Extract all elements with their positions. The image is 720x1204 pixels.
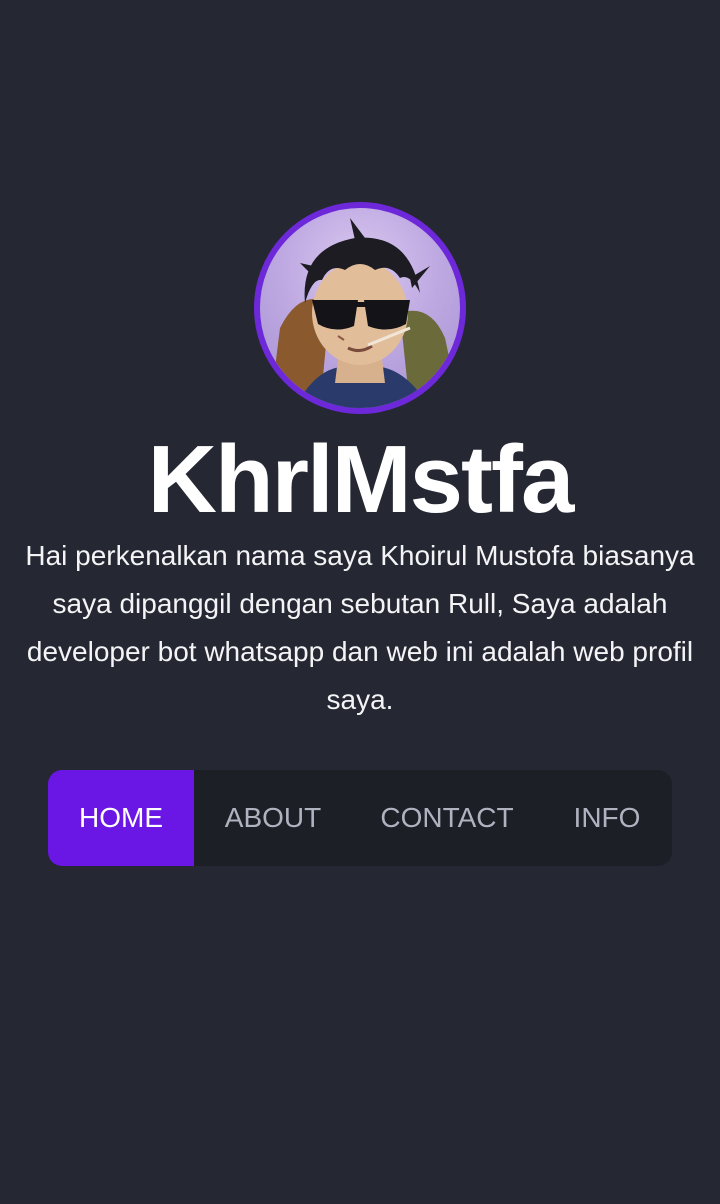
nav-contact[interactable]: CONTACT	[352, 770, 542, 866]
main-nav: HOME ABOUT CONTACT INFO	[48, 770, 672, 866]
nav-about[interactable]: ABOUT	[194, 770, 352, 866]
profile-name: KhrlMstfa	[147, 426, 575, 533]
avatar-image	[270, 218, 460, 408]
profile-bio: Hai perkenalkan nama saya Khoirul Mustof…	[25, 540, 695, 715]
nav-info[interactable]: INFO	[542, 770, 672, 866]
avatar	[254, 202, 466, 414]
nav-home[interactable]: HOME	[48, 770, 194, 866]
